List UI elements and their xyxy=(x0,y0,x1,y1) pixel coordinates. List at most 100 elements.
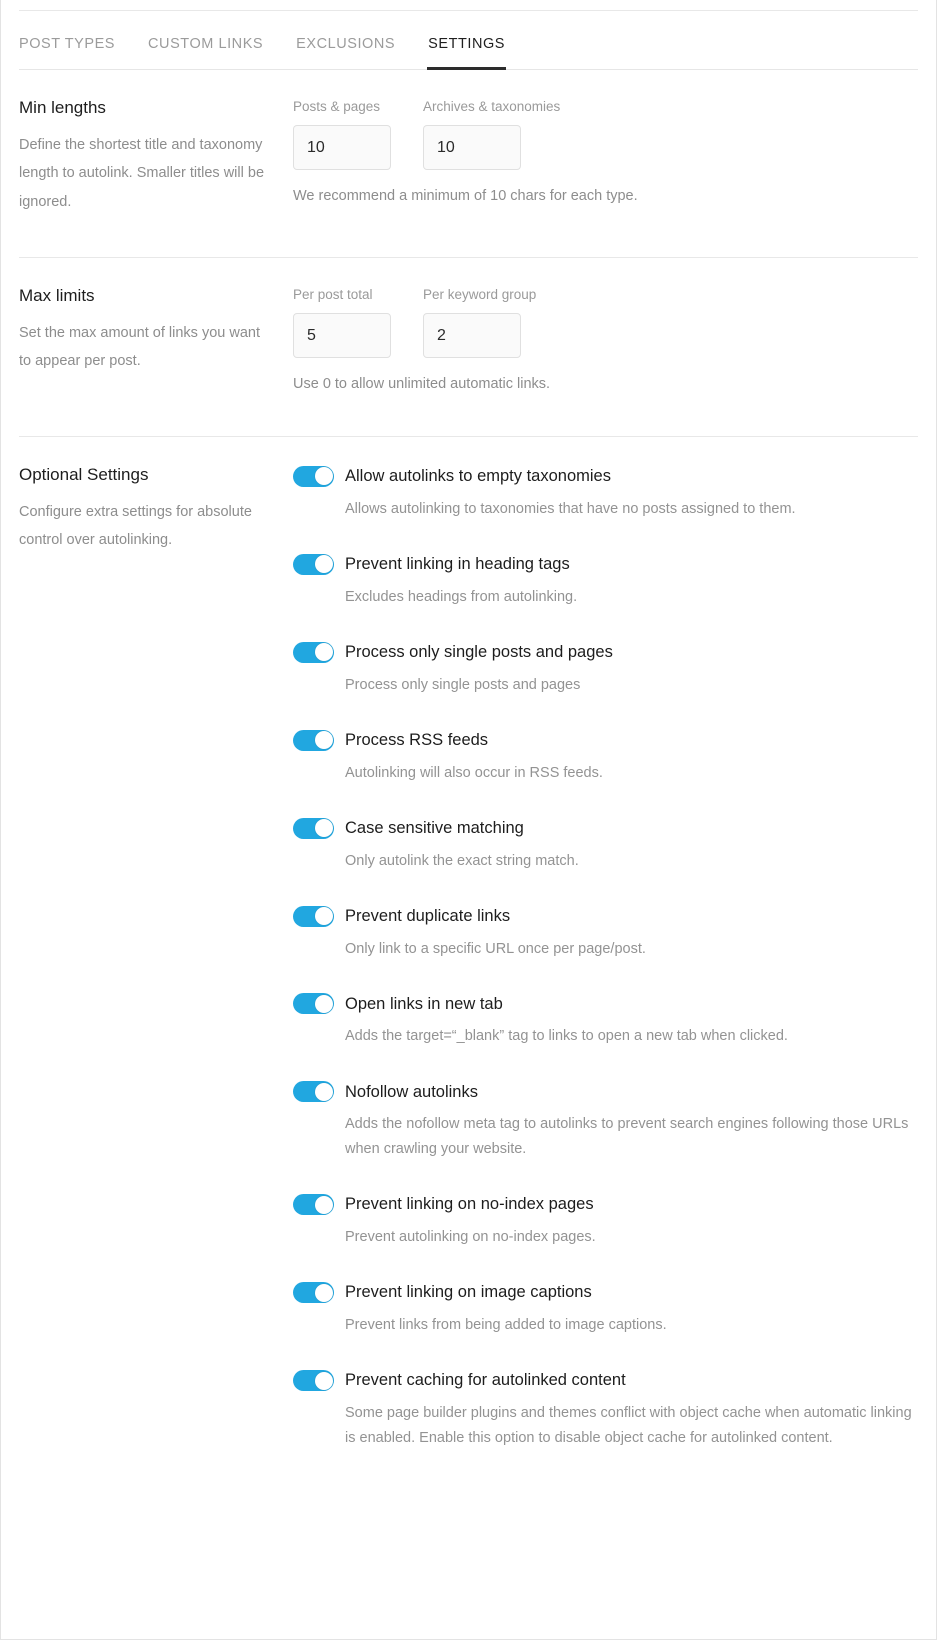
tab-exclusions[interactable]: EXCLUSIONS xyxy=(296,36,395,70)
toggle-label-prevent-duplicate-links[interactable]: Prevent duplicate links xyxy=(345,906,510,927)
toggle-label-process-rss-feeds[interactable]: Process RSS feeds xyxy=(345,730,488,751)
optional-settings-title: Optional Settings xyxy=(19,464,149,484)
toggle-description-open-links-new-tab: Adds the target=“_blank” tag to links to… xyxy=(345,1028,788,1045)
toggle-knob-icon xyxy=(314,1082,333,1101)
toggle-switch-prevent-linking-no-index-pages[interactable] xyxy=(293,1194,334,1216)
toggle-label-prevent-linking-heading-tags[interactable]: Prevent linking in heading tags xyxy=(345,554,570,575)
min-lengths-title: Min lengths xyxy=(19,98,106,117)
toggle-knob-icon xyxy=(314,1283,333,1302)
toggle-knob-icon xyxy=(314,819,333,838)
field-per-keyword-group: Per keyword group xyxy=(423,286,537,359)
toggle-label-nofollow-autolinks[interactable]: Nofollow autolinks xyxy=(345,1082,478,1103)
field-per-post-total-label: Per post total xyxy=(293,286,373,302)
toggle-row-prevent-linking-image-captions: Prevent linking on image captions Prevent… xyxy=(293,1282,918,1338)
tab-post-types[interactable]: POST TYPES xyxy=(19,36,115,70)
toggle-row-process-only-single-posts-pages: Process only single posts and pages Proce… xyxy=(293,641,918,698)
toggle-switch-prevent-caching-autolinked-content[interactable] xyxy=(293,1370,334,1392)
toggle-head-prevent-linking-no-index-pages: Prevent linking on no-index pages xyxy=(293,1194,918,1216)
toggle-label-open-links-new-tab[interactable]: Open links in new tab xyxy=(345,994,503,1015)
toggle-head-nofollow-autolinks: Nofollow autolinks xyxy=(293,1081,918,1103)
toggle-description-nofollow-autolinks: Adds the nofollow meta tag to autolinks … xyxy=(345,1116,909,1158)
toggle-knob-icon xyxy=(314,907,333,926)
toggle-row-allow-autolinks-empty-taxonomies: Allow autolinks to empty taxonomies Allow… xyxy=(293,465,918,522)
min-lengths-fields: Posts & pages Archives & taxonomies xyxy=(293,99,918,171)
tab-bar: POST TYPES CUSTOM LINKS EXCLUSIONS SETTINGS xyxy=(19,11,918,70)
toggle-label-case-sensitive-matching[interactable]: Case sensitive matching xyxy=(345,818,524,839)
toggle-switch-allow-autolinks-empty-taxonomies[interactable] xyxy=(293,465,334,487)
toggle-row-process-rss-feeds: Process RSS feeds Autolinking will also o… xyxy=(293,729,918,786)
min-length-posts-pages-input[interactable] xyxy=(293,125,391,171)
toggle-description-process-rss-feeds: Autolinking will also occur in RSS feeds… xyxy=(345,764,603,781)
section-max-limits: Max limits Set the max amount of links y… xyxy=(1,258,936,437)
toggle-switch-prevent-duplicate-links[interactable] xyxy=(293,905,334,927)
max-limit-per-keyword-group-input[interactable] xyxy=(423,313,521,359)
section-max-limits-left: Max limits Set the max amount of links y… xyxy=(19,285,293,396)
toggle-head-process-only-single-posts-pages: Process only single posts and pages xyxy=(293,641,918,663)
max-limits-hint: Use 0 to allow unlimited automatic links… xyxy=(293,376,551,393)
toggle-head-prevent-linking-image-captions: Prevent linking on image captions xyxy=(293,1282,918,1304)
toggle-label-prevent-linking-no-index-pages[interactable]: Prevent linking on no-index pages xyxy=(345,1194,594,1215)
max-limits-title: Max limits xyxy=(19,285,95,305)
field-archives-taxonomies: Archives & taxonomies xyxy=(423,99,561,171)
toggle-row-case-sensitive-matching: Case sensitive matching Only autolink the… xyxy=(293,817,918,874)
section-optional-settings-left: Optional Settings Configure extra settin… xyxy=(19,464,293,1451)
max-limit-per-post-total-input[interactable] xyxy=(293,313,391,359)
toggle-head-prevent-duplicate-links: Prevent duplicate links xyxy=(293,905,918,927)
toggle-switch-prevent-linking-heading-tags[interactable] xyxy=(293,553,334,575)
toggle-row-prevent-caching-autolinked-content: Prevent caching for autolinked content So… xyxy=(293,1370,918,1451)
toggle-label-prevent-caching-autolinked-content[interactable]: Prevent caching for autolinked content xyxy=(345,1370,626,1391)
toggle-switch-open-links-new-tab[interactable] xyxy=(293,993,334,1015)
toggle-knob-icon xyxy=(314,643,333,662)
toggle-knob-icon xyxy=(314,467,333,486)
field-per-post-total: Per post total xyxy=(293,286,391,359)
min-lengths-hint: We recommend a minimum of 10 chars for e… xyxy=(293,188,638,205)
toggle-head-allow-autolinks-empty-taxonomies: Allow autolinks to empty taxonomies xyxy=(293,465,918,487)
field-posts-pages-label: Posts & pages xyxy=(293,99,381,114)
toggle-switch-prevent-linking-image-captions[interactable] xyxy=(293,1282,334,1304)
settings-page: POST TYPES CUSTOM LINKS EXCLUSIONS SETTINGS… xyxy=(0,0,937,1640)
optional-settings-toggle-list: Allow autolinks to empty taxonomies Allow… xyxy=(293,464,918,1451)
tab-custom-links[interactable]: CUSTOM LINKS xyxy=(148,36,263,70)
toggle-row-prevent-linking-heading-tags: Prevent linking in heading tags Excludes … xyxy=(293,553,918,610)
tab-settings[interactable]: SETTINGS xyxy=(427,36,506,70)
toggle-knob-icon xyxy=(314,994,333,1013)
field-per-keyword-group-label: Per keyword group xyxy=(423,286,537,302)
max-limits-fields: Per post total Per keyword group xyxy=(293,286,918,359)
toggle-head-case-sensitive-matching: Case sensitive matching xyxy=(293,817,918,839)
toggle-knob-icon xyxy=(314,1195,333,1214)
field-archives-taxonomies-label: Archives & taxonomies xyxy=(423,99,561,114)
toggle-knob-icon xyxy=(314,1371,333,1390)
toggle-head-prevent-caching-autolinked-content: Prevent caching for autolinked content xyxy=(293,1370,918,1392)
toggle-row-nofollow-autolinks: Nofollow autolinks Adds the nofollow meta… xyxy=(293,1081,918,1162)
toggle-description-allow-autolinks-empty-taxonomies: Allows autolinking to taxonomies that ha… xyxy=(345,500,796,517)
toggle-switch-process-rss-feeds[interactable] xyxy=(293,729,334,751)
toggle-description-case-sensitive-matching: Only autolink the exact string match. xyxy=(345,852,579,869)
toggle-switch-case-sensitive-matching[interactable] xyxy=(293,817,334,839)
toggle-knob-icon xyxy=(314,555,333,574)
optional-settings-description: Configure extra settings for absolute co… xyxy=(19,503,252,549)
toggle-row-prevent-linking-no-index-pages: Prevent linking on no-index pages Prevent… xyxy=(293,1194,918,1250)
toggle-head-prevent-linking-heading-tags: Prevent linking in heading tags xyxy=(293,553,918,575)
toggle-switch-process-only-single-posts-pages[interactable] xyxy=(293,641,334,663)
section-min-lengths-right: Posts & pages Archives & taxonomies We r… xyxy=(293,97,918,216)
toggle-label-process-only-single-posts-pages[interactable]: Process only single posts and pages xyxy=(345,642,613,663)
section-min-lengths: Min lengths Define the shortest title an… xyxy=(1,70,936,258)
toggle-switch-nofollow-autolinks[interactable] xyxy=(293,1081,334,1103)
section-min-lengths-left: Min lengths Define the shortest title an… xyxy=(19,97,293,216)
toggle-description-process-only-single-posts-pages: Process only single posts and pages xyxy=(345,676,581,693)
toggle-knob-icon xyxy=(314,731,333,750)
toggle-description-prevent-linking-image-captions: Prevent links from being added to image … xyxy=(345,1317,667,1334)
toggle-description-prevent-linking-heading-tags: Excludes headings from autolinking. xyxy=(345,588,578,605)
toggle-label-prevent-linking-image-captions[interactable]: Prevent linking on image captions xyxy=(345,1282,592,1303)
min-lengths-description: Define the shortest title and taxonomy l… xyxy=(19,137,265,210)
field-posts-pages: Posts & pages xyxy=(293,99,391,171)
min-length-archives-taxonomies-input[interactable] xyxy=(423,125,521,171)
toggle-head-process-rss-feeds: Process RSS feeds xyxy=(293,729,918,751)
section-max-limits-right: Per post total Per keyword group Use 0 t… xyxy=(293,285,918,396)
toggle-row-prevent-duplicate-links: Prevent duplicate links Only link to a sp… xyxy=(293,905,918,962)
toggle-row-open-links-new-tab: Open links in new tab Adds the target=“_b… xyxy=(293,993,918,1049)
section-optional-settings: Optional Settings Configure extra settin… xyxy=(1,437,936,1511)
toggle-label-allow-autolinks-empty-taxonomies[interactable]: Allow autolinks to empty taxonomies xyxy=(345,466,611,487)
max-limits-description: Set the max amount of links you want to … xyxy=(19,324,260,370)
toggle-head-open-links-new-tab: Open links in new tab xyxy=(293,993,918,1015)
